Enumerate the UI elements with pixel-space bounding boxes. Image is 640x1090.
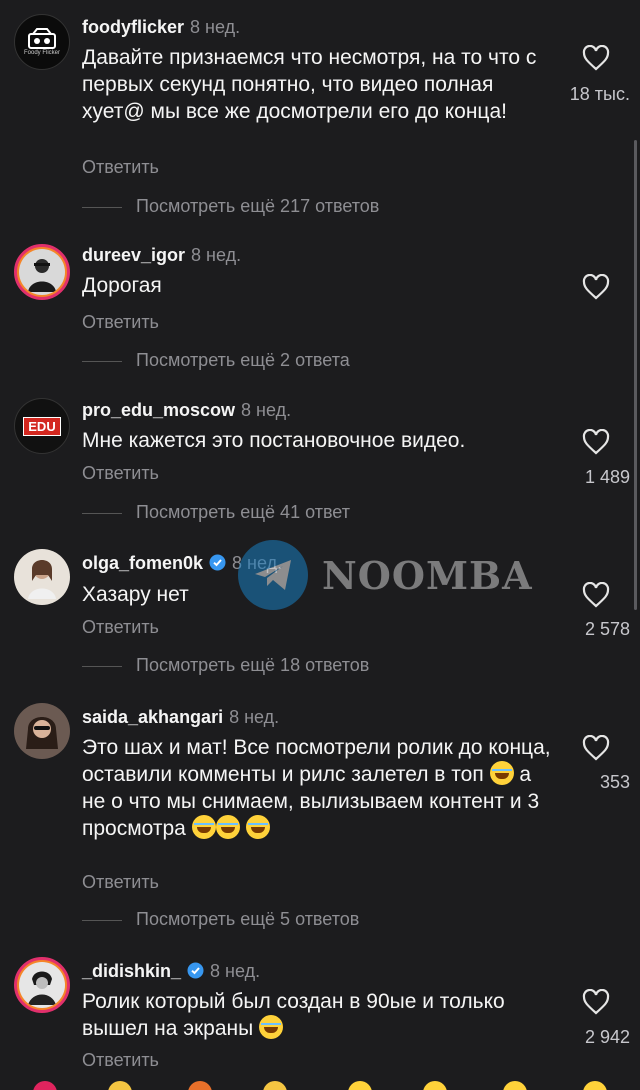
- person-photo-icon: [28, 971, 56, 1005]
- fire-emoji-icon: [188, 1081, 212, 1090]
- timestamp: 8 нед.: [210, 961, 261, 981]
- avatar[interactable]: EDU: [14, 398, 70, 454]
- reply-button[interactable]: Ответить: [82, 463, 159, 484]
- heart-outline-icon[interactable]: [582, 429, 610, 455]
- comment-text: Давайте признаемся что несмотря, на то ч…: [82, 46, 537, 123]
- like-count: 2 942: [584, 1027, 630, 1047]
- timestamp: 8 нед.: [241, 400, 292, 420]
- person-photo-icon: [26, 717, 58, 749]
- username[interactable]: saida_akhangari: [82, 707, 223, 727]
- avatar[interactable]: [14, 549, 70, 605]
- view-replies-label: Посмотреть ещё 2 ответа: [136, 350, 350, 370]
- scrollbar[interactable]: [634, 140, 637, 610]
- timestamp: 8 нед.: [191, 245, 242, 265]
- face-with-tears-of-joy-emoji: [259, 1015, 284, 1039]
- reply-button[interactable]: Ответить: [82, 872, 159, 893]
- telegram-icon: [238, 540, 308, 610]
- view-replies-label: Посмотреть ещё 41 ответ: [136, 502, 350, 522]
- avatar-label: Foody Flicker: [23, 50, 60, 56]
- reply-button[interactable]: Ответить: [82, 1050, 159, 1071]
- like-count: 353: [599, 772, 630, 792]
- view-replies-button[interactable]: Посмотреть ещё 18 ответов: [82, 655, 369, 676]
- view-replies-label: Посмотреть ещё 217 ответов: [136, 196, 380, 216]
- face-with-tears-of-joy-emoji: [215, 815, 240, 839]
- person-photo-icon: [28, 259, 56, 292]
- comment-text: Дорогая: [82, 274, 162, 297]
- reply-button[interactable]: Ответить: [82, 157, 159, 178]
- watermark: NOOMBA: [238, 540, 533, 610]
- timestamp: 8 нед.: [190, 17, 241, 37]
- reply-button[interactable]: Ответить: [82, 312, 159, 333]
- laughing-face-emoji-icon: [583, 1081, 607, 1090]
- heart-outline-icon[interactable]: [582, 45, 610, 71]
- face-with-tears-of-joy-emoji: [191, 815, 216, 839]
- avatar[interactable]: [14, 703, 70, 759]
- heart-outline-icon[interactable]: [582, 274, 610, 300]
- heart-outline-icon[interactable]: [582, 735, 610, 761]
- view-replies-button[interactable]: Посмотреть ещё 217 ответов: [82, 196, 379, 217]
- clap-emoji-icon: [108, 1081, 132, 1090]
- username[interactable]: olga_fomen0k: [82, 553, 203, 573]
- avatar[interactable]: Foody Flicker: [14, 14, 70, 70]
- avatar[interactable]: [14, 244, 70, 300]
- heart-eyes-emoji-icon: [423, 1081, 447, 1090]
- watermark-text: NOOMBA: [322, 552, 533, 598]
- view-replies-button[interactable]: Посмотреть ещё 5 ответов: [82, 909, 359, 930]
- view-replies-label: Посмотреть ещё 5 ответов: [136, 909, 360, 929]
- comment-text: Мне кажется это постановочное видео.: [82, 429, 466, 452]
- avatar-label: EDU: [23, 416, 61, 436]
- username[interactable]: pro_edu_moscow: [82, 400, 235, 420]
- view-replies-label: Посмотреть ещё 18 ответов: [136, 655, 370, 675]
- comment-text-part: Ролик который был создан в 90ые и только…: [82, 990, 505, 1040]
- reply-button[interactable]: Ответить: [82, 617, 159, 638]
- heart-outline-icon[interactable]: [582, 582, 610, 608]
- emoji-reaction-bar: [0, 1078, 640, 1090]
- crying-face-emoji-icon: [348, 1081, 372, 1090]
- verified-badge-icon: [187, 962, 204, 979]
- like-count: 18 тыс.: [569, 84, 630, 104]
- username[interactable]: _didishkin_: [82, 961, 181, 981]
- comment-text: Ролик который был создан в 90ые и только…: [82, 988, 552, 1042]
- comment-text-part: Это шах и мат! Все посмотрели ролик до к…: [82, 736, 551, 786]
- view-replies-button[interactable]: Посмотреть ещё 2 ответа: [82, 350, 350, 371]
- logo-icon: [28, 28, 56, 49]
- heart-emoji-icon: [33, 1081, 57, 1090]
- raised-hands-emoji-icon: [263, 1081, 287, 1090]
- surprised-face-emoji-icon: [503, 1081, 527, 1090]
- view-replies-button[interactable]: Посмотреть ещё 41 ответ: [82, 502, 350, 523]
- face-with-tears-of-joy-emoji: [245, 815, 270, 839]
- username[interactable]: dureev_igor: [82, 245, 185, 265]
- timestamp: 8 нед.: [229, 707, 280, 727]
- like-count: 2 578: [584, 619, 630, 639]
- heart-outline-icon[interactable]: [582, 989, 610, 1015]
- username[interactable]: foodyflicker: [82, 17, 184, 37]
- avatar[interactable]: [14, 957, 70, 1013]
- comment-text: Это шах и мат! Все посмотрели ролик до к…: [82, 734, 552, 842]
- verified-badge-icon: [209, 554, 226, 571]
- like-count: 1 489: [584, 467, 630, 487]
- person-photo-icon: [28, 560, 56, 599]
- face-with-tears-of-joy-emoji: [489, 761, 514, 785]
